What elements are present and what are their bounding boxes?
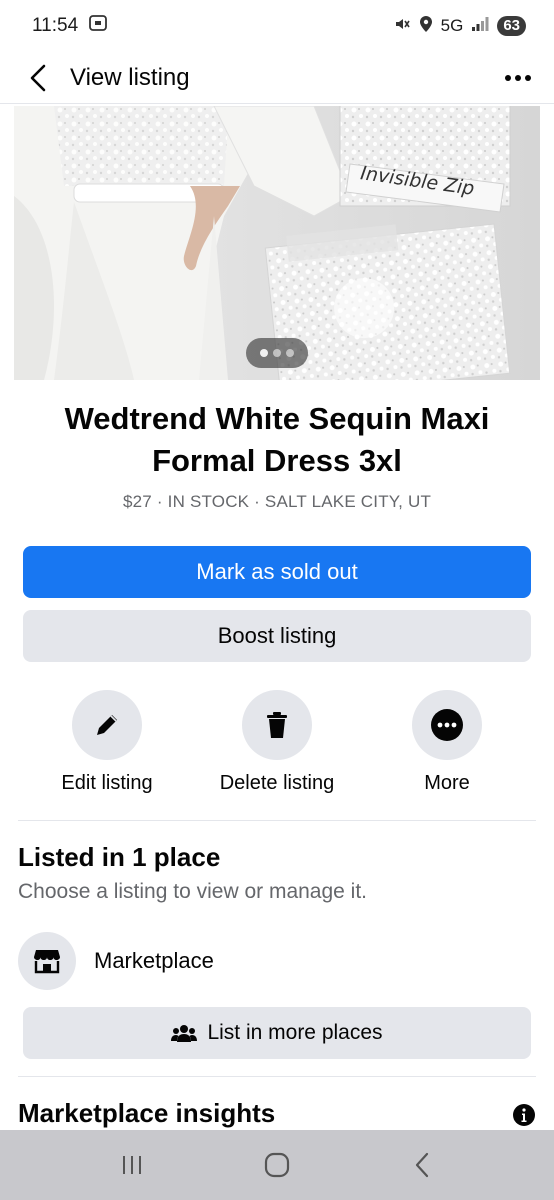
system-back-icon xyxy=(415,1152,428,1178)
status-right: 5G 63 xyxy=(393,15,526,38)
place-label: Marketplace xyxy=(94,948,214,973)
boost-listing-button[interactable]: Boost listing xyxy=(23,610,531,662)
list-in-more-places-label: List in more places xyxy=(207,1021,383,1044)
location-icon xyxy=(419,15,433,38)
system-nav-bar xyxy=(0,1130,554,1200)
trash-icon xyxy=(267,712,287,738)
more-icon xyxy=(431,709,463,741)
mute-icon xyxy=(393,15,411,38)
edit-listing-label: Edit listing xyxy=(61,772,153,794)
more-action[interactable]: More xyxy=(362,690,532,795)
more-action-label: More xyxy=(424,772,470,794)
insights-section-title: Marketplace insights xyxy=(18,1098,276,1128)
info-icon[interactable] xyxy=(512,1103,536,1127)
listed-section-title: Listed in 1 place xyxy=(18,842,221,872)
section-divider xyxy=(18,820,536,821)
home-button[interactable] xyxy=(247,1145,307,1185)
recent-apps-button[interactable] xyxy=(102,1145,162,1185)
place-row-marketplace[interactable]: Marketplace xyxy=(18,932,214,990)
listing-meta: $27 · IN STOCK · SALT LAKE CITY, UT xyxy=(122,492,432,511)
list-in-more-places-button[interactable]: List in more places xyxy=(23,1007,531,1059)
mark-sold-out-button[interactable]: Mark as sold out xyxy=(23,546,531,598)
listing-title: Wedtrend White Sequin Maxi Formal Dress … xyxy=(64,401,490,478)
pager-dot xyxy=(286,349,294,357)
home-icon xyxy=(264,1152,290,1178)
pencil-icon xyxy=(97,715,117,735)
back-button[interactable] xyxy=(14,54,62,102)
group-icon xyxy=(171,1025,198,1042)
battery-indicator: 63 xyxy=(497,16,526,36)
image-pager[interactable] xyxy=(246,338,308,368)
system-back-button[interactable] xyxy=(392,1145,452,1185)
more-options-button[interactable] xyxy=(500,60,536,96)
section-divider xyxy=(18,1076,536,1077)
signal-icon xyxy=(471,16,489,37)
storefront-icon xyxy=(34,950,60,974)
pager-dot xyxy=(273,349,281,357)
listed-section-subtitle: Choose a listing to view or manage it. xyxy=(18,880,368,903)
delete-listing-label: Delete listing xyxy=(219,772,335,794)
ellipsis-icon xyxy=(505,75,531,81)
more-action-button[interactable] xyxy=(412,690,482,760)
delete-listing-button[interactable] xyxy=(242,690,312,760)
edit-listing-action[interactable]: Edit listing xyxy=(22,690,192,795)
storefront-icon-wrapper xyxy=(18,932,76,990)
back-arrow-icon xyxy=(30,64,46,91)
recent-apps-icon xyxy=(123,1156,142,1174)
listing-photo[interactable]: Invisible Zip xyxy=(14,106,540,380)
pager-dot xyxy=(260,349,268,357)
screenshot-icon xyxy=(88,13,108,39)
delete-listing-action[interactable]: Delete listing xyxy=(192,690,362,795)
page-title: View listing xyxy=(70,63,190,91)
listing-header: Wedtrend White Sequin Maxi Formal Dress … xyxy=(0,398,554,512)
app-bar: View listing xyxy=(0,52,554,104)
network-label: 5G xyxy=(440,16,464,35)
action-row: Edit listing Delete listing More xyxy=(0,690,554,795)
status-time: 11:54 xyxy=(32,15,79,36)
status-bar: 11:54 5G 63 xyxy=(0,0,554,52)
status-left: 11:54 xyxy=(32,13,108,39)
edit-listing-button[interactable] xyxy=(72,690,142,760)
